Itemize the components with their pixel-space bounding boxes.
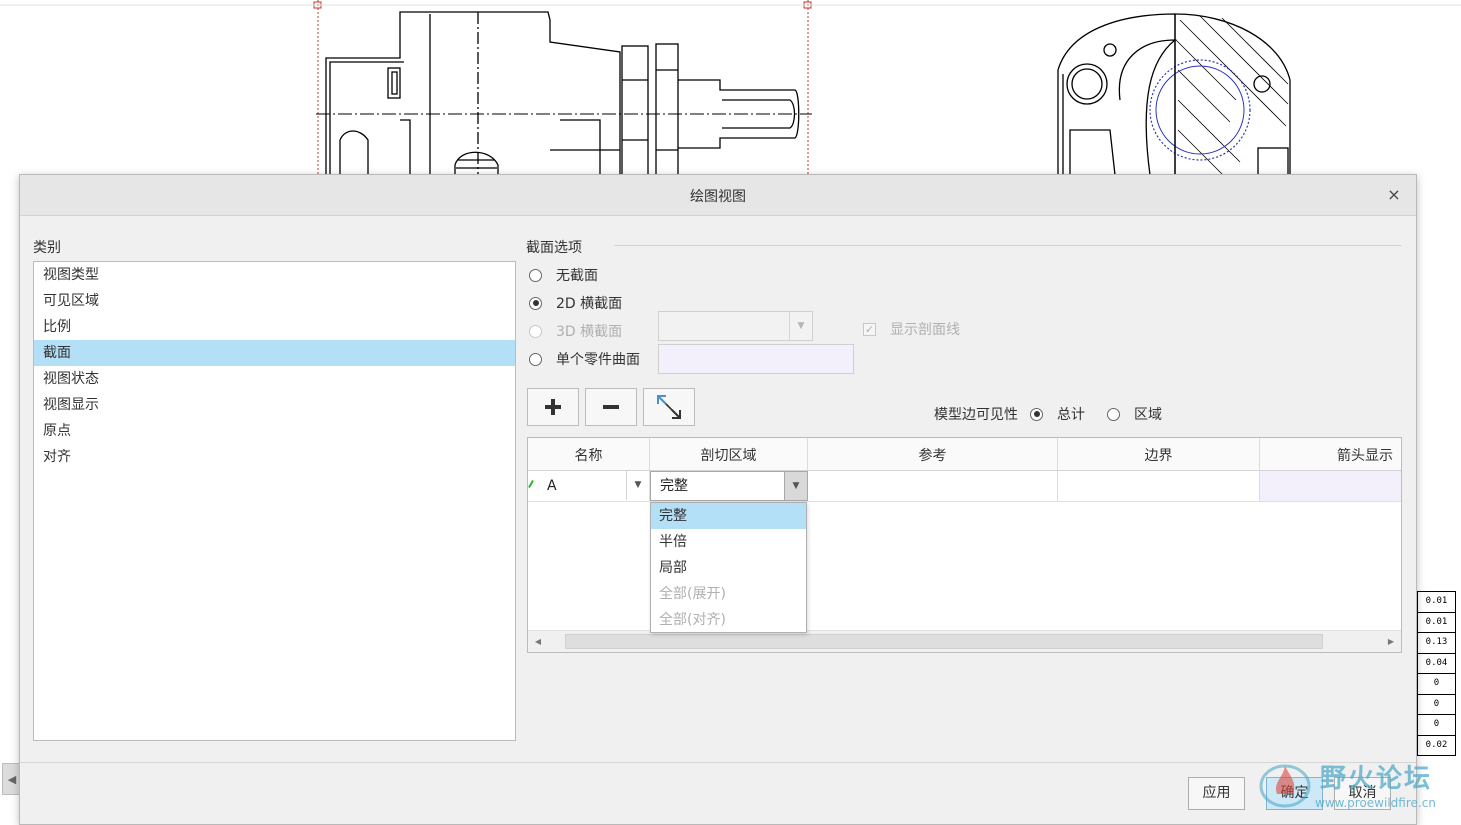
flip-direction-button[interactable] — [643, 388, 695, 426]
apply-button[interactable]: 应用 — [1188, 777, 1245, 810]
tolerance-cell: 0.02 — [1418, 735, 1456, 756]
add-section-button[interactable] — [527, 388, 579, 426]
dialog-title: 绘图视图 — [690, 189, 746, 205]
category-item-origin[interactable]: 原点 — [34, 418, 515, 444]
scroll-left-icon[interactable]: ◀ — [528, 631, 548, 652]
category-item-alignment[interactable]: 对齐 — [34, 444, 515, 470]
model-edge-visibility: 模型边可见性 总计 区域 — [934, 404, 1162, 424]
column-header-boundary[interactable]: 边界 — [1058, 438, 1260, 470]
section-options-label: 截面选项 — [526, 240, 582, 256]
name-cell[interactable]: A ▼ — [528, 471, 650, 501]
chevron-down-icon[interactable]: ▼ — [626, 471, 649, 500]
model-edge-visibility-label: 模型边可见性 — [934, 407, 1018, 423]
category-item-scale[interactable]: 比例 — [34, 314, 515, 340]
tolerance-cell: 0 — [1418, 715, 1456, 736]
radio-label: 无截面 — [556, 268, 598, 284]
show-hatch-checkbox-row: ✓ 显示剖面线 — [863, 319, 960, 339]
part-surface-field[interactable] — [658, 344, 854, 374]
drawing-view-dialog: 绘图视图 × 类别 视图类型 可见区域 比例 截面 视图状态 视图显示 原点 对… — [19, 174, 1417, 825]
dropdown-option-half[interactable]: 半倍 — [651, 529, 806, 555]
radio-button — [529, 324, 542, 338]
cut-region-select[interactable]: 完整 ▼ — [650, 471, 808, 501]
category-item-view-type[interactable]: 视图类型 — [34, 262, 515, 288]
tolerance-cell: 0.04 — [1418, 653, 1456, 674]
category-label: 类别 — [33, 240, 61, 256]
radio-total-label: 总计 — [1057, 407, 1085, 423]
radio-button[interactable] — [529, 268, 542, 282]
tolerance-cell: 0.13 — [1418, 633, 1456, 654]
category-item-view-states[interactable]: 视图状态 — [34, 366, 515, 392]
category-item-sections[interactable]: 截面 — [34, 340, 515, 366]
flip-arrow-icon — [657, 395, 681, 419]
dropdown-option-local[interactable]: 局部 — [651, 555, 806, 581]
column-header-name[interactable]: 名称 — [528, 438, 650, 470]
horizontal-scrollbar[interactable]: ◀ ▶ — [528, 630, 1401, 652]
table-header: 名称 剖切区域 参考 边界 箭头显示 — [528, 438, 1401, 471]
radio-label: 单个零件曲面 — [556, 352, 640, 368]
tolerance-cell: 0 — [1418, 694, 1456, 715]
edit-marker-icon — [528, 480, 534, 488]
cut-region-value: 完整 — [660, 478, 688, 494]
scrollbar-thumb[interactable] — [565, 634, 1323, 649]
cut-region-dropdown: 完整 半倍 局部 全部(展开) 全部(对齐) — [650, 502, 807, 633]
radio-label: 3D 横截面 — [556, 324, 623, 340]
scroll-right-icon[interactable]: ▶ — [1381, 631, 1401, 652]
tolerance-cell: 0 — [1418, 674, 1456, 695]
column-header-arrow-display[interactable]: 箭头显示 — [1260, 438, 1401, 470]
radio-2d-section[interactable]: 2D 横截面 — [529, 293, 622, 313]
dropdown-option-full[interactable]: 完整 — [651, 503, 806, 529]
ok-button[interactable]: 确定 — [1266, 777, 1323, 810]
chevron-down-icon: ▼ — [789, 312, 812, 340]
radio-total[interactable] — [1030, 407, 1043, 421]
chevron-down-icon[interactable]: ▼ — [784, 472, 807, 500]
category-item-visible-area[interactable]: 可见区域 — [34, 288, 515, 314]
minus-icon — [603, 405, 619, 409]
radio-button[interactable] — [529, 352, 542, 366]
column-header-reference[interactable]: 参考 — [808, 438, 1058, 470]
radio-3d-section: 3D 横截面 — [529, 321, 622, 341]
3d-section-select: ▼ — [658, 311, 813, 341]
section-divider — [614, 245, 1401, 246]
arrow-display-cell[interactable] — [1260, 471, 1401, 501]
radio-area-label: 区域 — [1134, 407, 1162, 423]
footer-divider — [20, 762, 1416, 763]
column-header-cut-region[interactable]: 剖切区域 — [650, 438, 808, 470]
radio-area[interactable] — [1107, 407, 1120, 421]
radio-single-part-surface[interactable]: 单个零件曲面 — [529, 349, 640, 369]
reference-cell[interactable] — [808, 471, 1058, 501]
tolerance-cell: 0.01 — [1418, 612, 1456, 633]
cancel-button[interactable]: 取消 — [1334, 777, 1391, 810]
category-list: 视图类型 可见区域 比例 截面 视图状态 视图显示 原点 对齐 — [33, 261, 516, 741]
close-icon[interactable]: × — [1384, 185, 1404, 205]
table-row[interactable]: A ▼ 完整 ▼ — [528, 471, 1401, 502]
plus-icon — [545, 399, 561, 415]
tolerance-cell: 0.01 — [1418, 592, 1456, 613]
radio-label: 2D 横截面 — [556, 296, 623, 312]
remove-section-button[interactable] — [585, 388, 637, 426]
dropdown-option-full-unfold: 全部(展开) — [659, 586, 726, 602]
show-hatch-checkbox: ✓ — [863, 322, 876, 336]
radio-no-section[interactable]: 无截面 — [529, 265, 598, 285]
radio-button[interactable] — [529, 296, 542, 310]
section-name: A — [547, 478, 557, 494]
category-item-view-display[interactable]: 视图显示 — [34, 392, 515, 418]
dialog-titlebar[interactable]: 绘图视图 × — [20, 175, 1416, 216]
show-hatch-label: 显示剖面线 — [890, 322, 960, 338]
boundary-cell[interactable] — [1058, 471, 1260, 501]
dropdown-option-full-aligned: 全部(对齐) — [659, 612, 726, 628]
tolerance-table: 0.01 0.01 0.13 0.04 0 0 0 0.02 — [1417, 591, 1456, 756]
